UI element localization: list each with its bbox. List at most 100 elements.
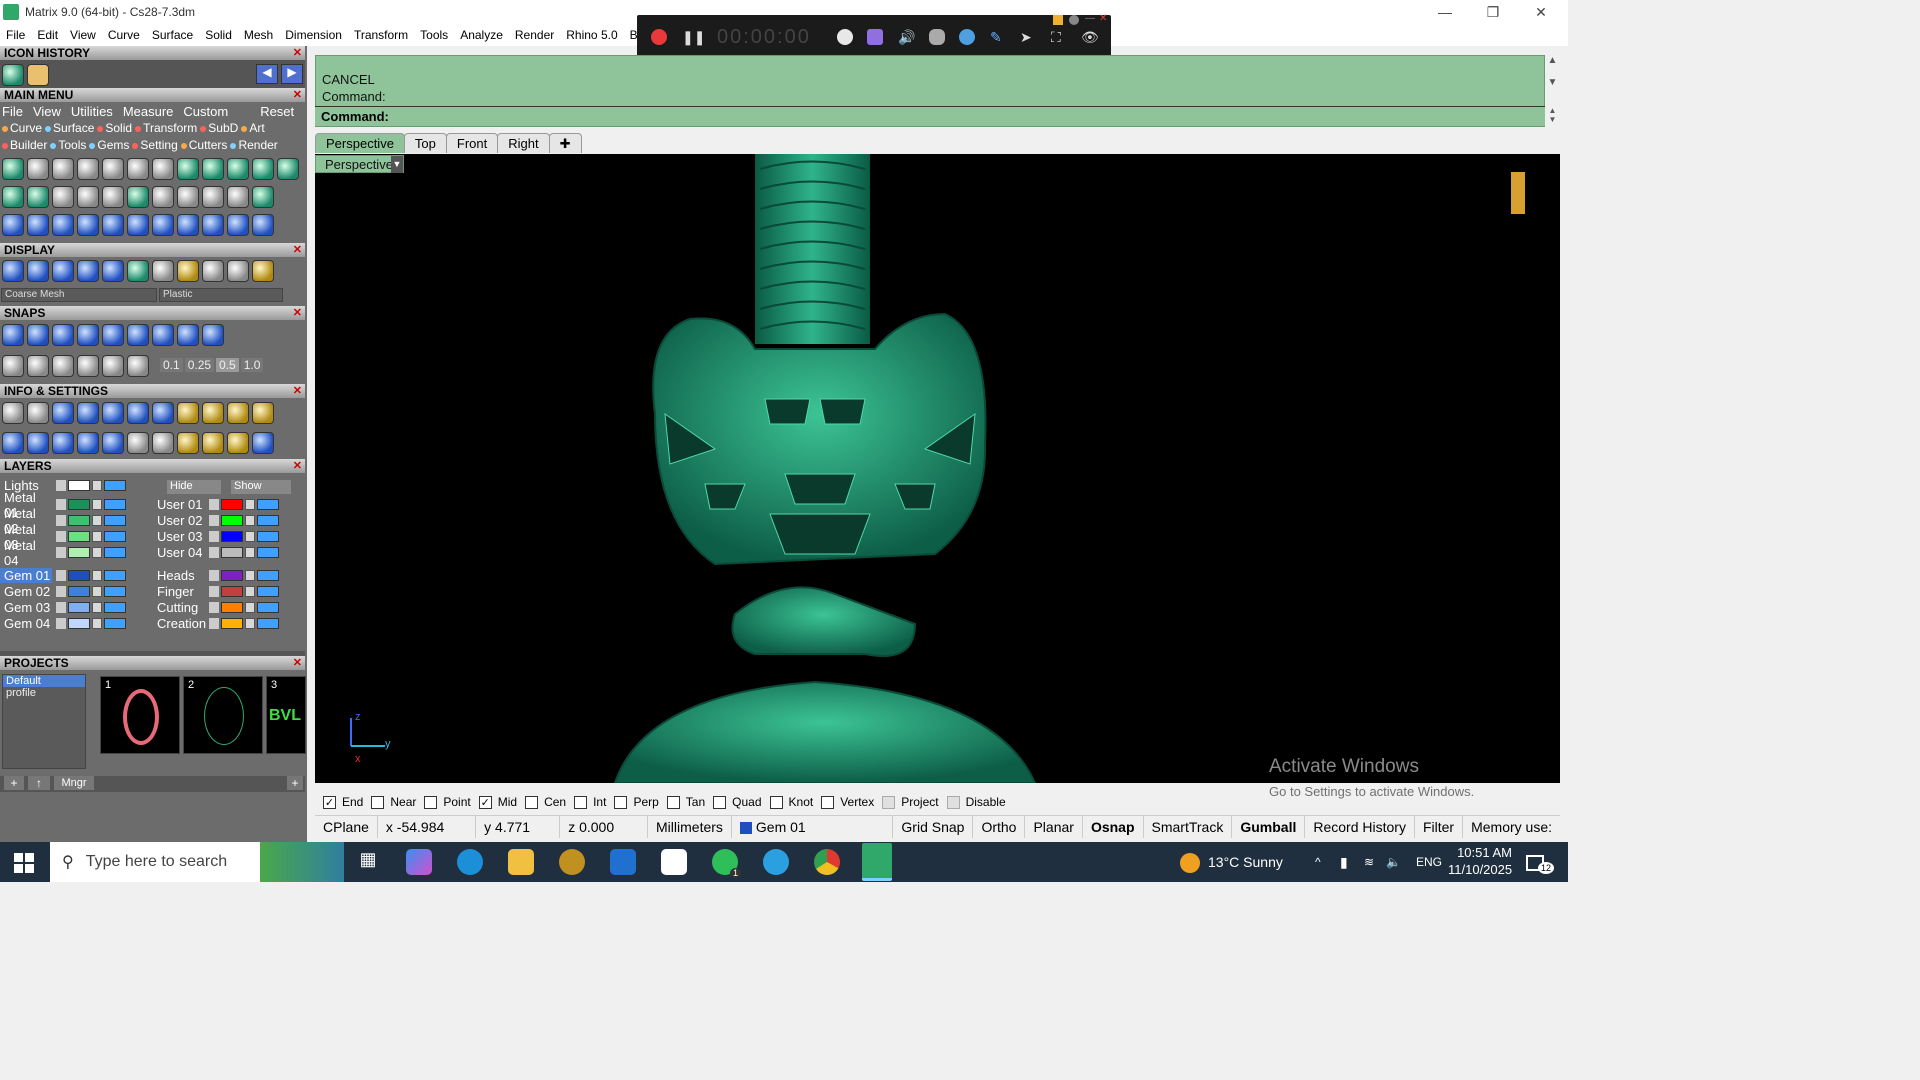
perspective-viewport[interactable]: z y x	[315, 154, 1560, 783]
mm-reset[interactable]: Reset	[260, 104, 294, 120]
layer-color-swatch[interactable]	[221, 618, 243, 629]
snap-icon[interactable]	[52, 355, 74, 377]
layer-row[interactable]: User 03	[153, 529, 279, 544]
units-status[interactable]: Millimeters	[648, 815, 732, 838]
layer-color-swatch[interactable]	[68, 618, 90, 629]
mm-file[interactable]: File	[2, 104, 23, 120]
tool-icon[interactable]	[2, 214, 24, 236]
lock-icon[interactable]	[245, 499, 255, 510]
task-view-icon[interactable]: ▦	[355, 849, 381, 875]
mm-view[interactable]: View	[33, 104, 61, 120]
tool-icon[interactable]	[77, 214, 99, 236]
show-button[interactable]: Show	[231, 480, 291, 494]
expand-arrow-icon[interactable]	[56, 531, 66, 542]
forward-arrow-icon[interactable]: ▶	[281, 64, 303, 84]
visibility-toggle[interactable]	[104, 602, 126, 613]
circle-icon[interactable]	[252, 214, 274, 236]
layer-row[interactable]: Cutting	[153, 600, 279, 615]
checkbox[interactable]	[424, 795, 438, 809]
fullscreen-icon[interactable]: ⛶	[1051, 29, 1067, 45]
tool-icon[interactable]	[127, 186, 149, 208]
cat-tools[interactable]: Tools	[50, 138, 86, 154]
cat-solid[interactable]: Solid	[97, 121, 132, 137]
osnap-end[interactable]: ✓ End	[323, 795, 363, 809]
rendered-icon[interactable]	[77, 260, 99, 282]
layer-status[interactable]: Gem 01	[732, 815, 894, 838]
checkbox[interactable]: ✓	[323, 795, 336, 809]
snap-icon[interactable]	[102, 324, 124, 346]
cursor-icon[interactable]: ➤	[1020, 29, 1036, 45]
minimize-icon[interactable]: —	[1422, 0, 1468, 24]
file-explorer-icon[interactable]	[508, 849, 534, 875]
snap-value[interactable]: 0.1	[160, 358, 183, 372]
tool-icon[interactable]	[77, 158, 99, 180]
layer-color-swatch[interactable]	[221, 547, 243, 558]
eye-icon[interactable]: 👁	[1081, 29, 1099, 45]
layer-color-swatch[interactable]	[221, 499, 243, 510]
checkbox[interactable]	[614, 795, 628, 809]
weather-widget[interactable]: 13°C Sunny	[1180, 842, 1298, 882]
volume-icon[interactable]: 🔈	[1386, 842, 1402, 882]
material-icon[interactable]	[177, 260, 199, 282]
info-icon[interactable]	[227, 432, 249, 454]
osnap-project[interactable]: Project	[882, 795, 939, 809]
chevron-up-icon[interactable]: ^	[1315, 842, 1321, 882]
menu-file[interactable]: File	[0, 28, 31, 42]
osnap-vertex[interactable]: Vertex	[821, 795, 874, 809]
lock-icon[interactable]	[92, 618, 102, 629]
record-icon[interactable]	[651, 29, 667, 45]
shaded-icon[interactable]	[52, 260, 74, 282]
visibility-toggle[interactable]	[104, 531, 126, 542]
menu-analyze[interactable]: Analyze	[454, 28, 509, 42]
layer-color-swatch[interactable]	[221, 531, 243, 542]
add-icon[interactable]: +	[287, 776, 303, 790]
visibility-toggle[interactable]	[104, 499, 126, 510]
checkbox[interactable]	[821, 795, 835, 809]
tool-icon[interactable]	[27, 186, 49, 208]
osnap-int[interactable]: Int	[574, 795, 606, 809]
expand-arrow-icon[interactable]	[56, 499, 66, 510]
expand-arrow-icon[interactable]	[209, 602, 219, 613]
visibility-toggle[interactable]	[104, 570, 126, 581]
display-icon[interactable]	[27, 260, 49, 282]
close-icon[interactable]: ✕	[293, 384, 302, 398]
material-icon[interactable]	[227, 260, 249, 282]
expand-arrow-icon[interactable]	[209, 499, 219, 510]
info-icon[interactable]	[202, 432, 224, 454]
lock-icon[interactable]	[92, 602, 102, 613]
tool-icon[interactable]	[227, 214, 249, 236]
mm-utilities[interactable]: Utilities	[71, 104, 113, 120]
cat-gems[interactable]: Gems	[89, 138, 129, 154]
lock-icon[interactable]	[92, 570, 102, 581]
matrix-icon[interactable]	[2, 64, 24, 86]
snap-icon[interactable]	[127, 355, 149, 377]
tool-icon[interactable]	[27, 214, 49, 236]
tool-icon[interactable]	[277, 158, 299, 180]
tool-icon[interactable]	[127, 214, 149, 236]
menu-rhino[interactable]: Rhino 5.0	[560, 28, 623, 42]
tool-icon[interactable]	[202, 158, 224, 180]
visibility-toggle[interactable]	[104, 618, 126, 629]
close-icon[interactable]: ✕	[293, 656, 302, 670]
info-icon[interactable]	[152, 402, 174, 424]
tool-icon[interactable]	[102, 158, 124, 180]
layer-color-swatch[interactable]	[68, 547, 90, 558]
tool-icon[interactable]	[52, 186, 74, 208]
store-icon[interactable]	[661, 849, 687, 875]
telegram-icon[interactable]	[763, 849, 789, 875]
menu-mesh[interactable]: Mesh	[238, 28, 279, 42]
tab-top[interactable]: Top	[403, 133, 447, 153]
info-icon[interactable]	[252, 432, 274, 454]
tab-front[interactable]: Front	[445, 133, 499, 153]
close-icon[interactable]: ✕	[293, 306, 302, 320]
cplane-status[interactable]: CPlane	[315, 815, 378, 838]
snap-value[interactable]: 1.0	[240, 358, 264, 372]
menu-solid[interactable]: Solid	[199, 28, 238, 42]
gumball-toggle[interactable]: Gumball	[1232, 815, 1306, 838]
expand-arrow-icon[interactable]	[209, 618, 219, 629]
language-indicator[interactable]: ENG	[1416, 842, 1442, 882]
layer-row[interactable]: Gem 04	[0, 616, 126, 631]
lock-icon[interactable]	[92, 515, 102, 526]
material-select[interactable]: Plastic	[159, 288, 283, 302]
layer-row[interactable]: User 04	[153, 545, 279, 560]
